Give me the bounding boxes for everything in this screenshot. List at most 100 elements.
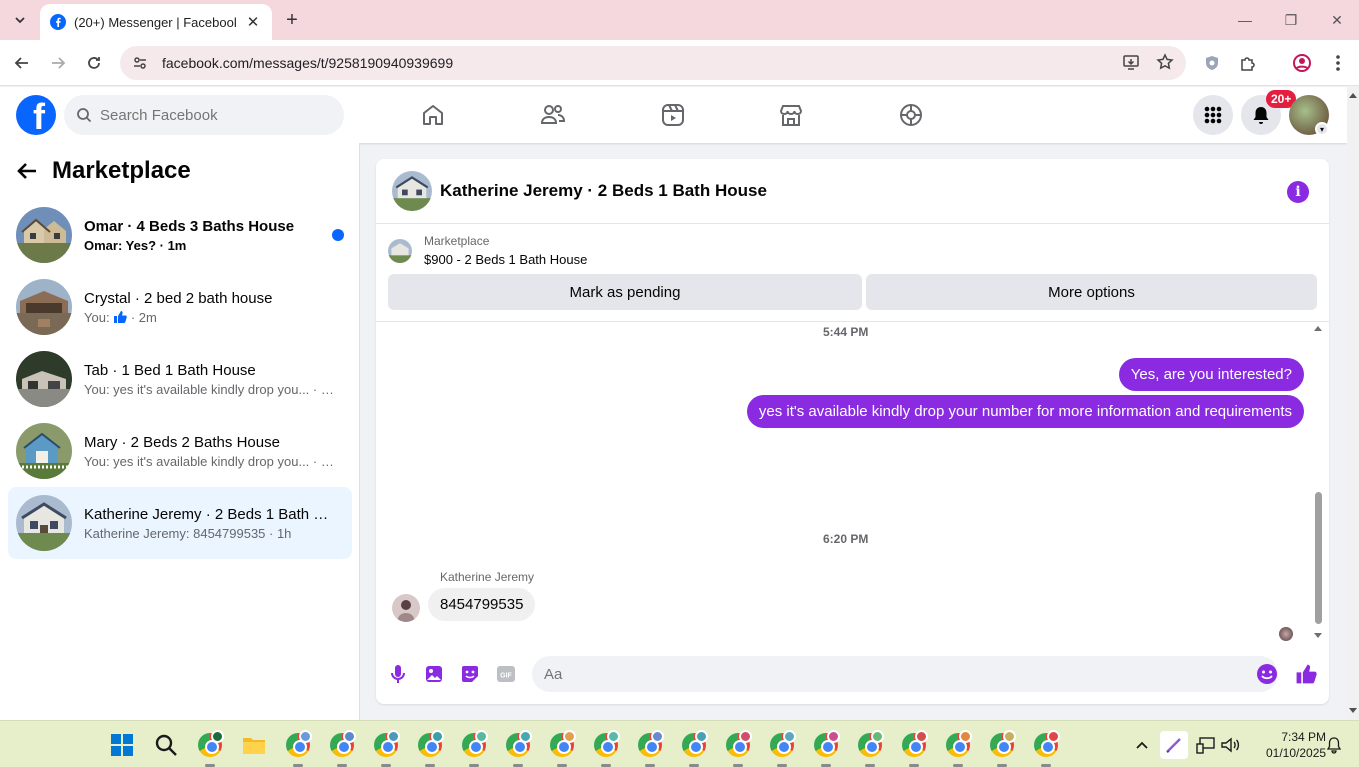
back-button[interactable] <box>8 49 36 77</box>
chrome-icon <box>330 730 356 757</box>
chat-listing-avatar[interactable] <box>392 171 432 211</box>
tray-pen-app[interactable] <box>1160 731 1188 759</box>
voice-clip-icon[interactable] <box>386 662 410 686</box>
message-input[interactable] <box>544 665 1238 683</box>
taskbar-chrome-profile[interactable] <box>548 730 576 767</box>
emoji-icon[interactable] <box>1255 662 1279 686</box>
like-send-button[interactable] <box>1294 662 1318 686</box>
conversation-preview: You: yes it's available kindly drop you.… <box>84 453 334 469</box>
taskbar-chrome-profile[interactable] <box>416 730 444 767</box>
chrome-icon <box>1034 730 1060 757</box>
forward-button[interactable] <box>44 49 72 77</box>
sticker-icon[interactable] <box>458 662 482 686</box>
taskbar-chrome-profile[interactable] <box>944 730 972 767</box>
browser-tab-active[interactable]: (20+) Messenger | Facebook ✕ <box>40 4 272 40</box>
tab-close-icon[interactable]: ✕ <box>244 13 262 31</box>
conversation-item-active[interactable]: Katherine Jeremy · 2 Beds 1 Bath H... Ka… <box>8 487 352 559</box>
outgoing-message[interactable]: Yes, are you interested? <box>1118 358 1304 391</box>
extensions-button[interactable] <box>1236 51 1260 75</box>
taskbar-chrome-profile[interactable] <box>592 730 620 767</box>
taskbar-chrome-profile[interactable] <box>372 730 400 767</box>
maximize-button[interactable]: ❐ <box>1278 8 1304 32</box>
page-scroll-down-icon[interactable] <box>1347 707 1359 715</box>
nav-home[interactable] <box>417 99 449 131</box>
taskbar-chrome-profile[interactable] <box>1032 730 1060 767</box>
nav-gaming[interactable] <box>895 99 927 131</box>
facebook-search[interactable] <box>64 95 344 135</box>
taskbar-chrome-profile[interactable] <box>328 730 356 767</box>
show-hidden-icons-button[interactable] <box>1128 731 1156 759</box>
tab-search-button[interactable] <box>6 6 34 34</box>
clock-time: 7:34 PM <box>1281 730 1327 744</box>
volume-icon[interactable] <box>1216 731 1244 759</box>
chrome-icon <box>462 730 488 757</box>
sender-avatar[interactable] <box>392 594 420 622</box>
more-options-button[interactable]: More options <box>866 274 1317 310</box>
taskbar-chrome-profile[interactable] <box>680 730 708 767</box>
message-scrollbar[interactable] <box>1313 322 1323 647</box>
gif-icon[interactable]: GIF <box>494 662 518 686</box>
taskbar-chrome-profile[interactable] <box>636 730 664 767</box>
taskbar-chrome-profile[interactable] <box>284 730 312 767</box>
bookmark-star-icon[interactable] <box>1156 53 1174 71</box>
notification-center-icon[interactable] <box>1320 731 1348 759</box>
photo-icon[interactable] <box>422 662 446 686</box>
taskbar-chrome-profile[interactable] <box>768 730 796 767</box>
windows-taskbar: 7:34 PM 01/10/2025 <box>0 720 1359 767</box>
incoming-message[interactable]: 8454799535 <box>428 588 536 621</box>
search-input[interactable] <box>100 106 320 124</box>
site-info-icon[interactable] <box>132 55 148 71</box>
message-timestamp: 5:44 PM <box>823 325 869 339</box>
reload-icon <box>88 57 100 69</box>
taskbar-chrome-profile[interactable] <box>812 730 840 767</box>
taskbar-chrome-profile[interactable] <box>504 730 532 767</box>
extension-shield-button[interactable] <box>1200 51 1224 75</box>
system-clock[interactable]: 7:34 PM 01/10/2025 <box>1266 729 1326 761</box>
taskbar-chrome-profile[interactable] <box>724 730 752 767</box>
new-tab-button[interactable]: + <box>280 8 304 32</box>
chat-title[interactable]: Katherine Jeremy · 2 Beds 1 Bath House <box>440 181 767 201</box>
taskbar-chrome-profile[interactable] <box>988 730 1016 767</box>
nav-video[interactable] <box>657 99 689 131</box>
start-button[interactable] <box>108 731 136 759</box>
message-input-box[interactable] <box>532 656 1278 692</box>
menu-button[interactable] <box>1193 95 1233 135</box>
taskbar-chrome-profile[interactable] <box>196 730 224 767</box>
listing-summary[interactable]: Marketplace $900 - 2 Beds 1 Bath House <box>388 234 587 267</box>
back-arrow-icon[interactable] <box>16 160 38 182</box>
taskbar-chrome-profile[interactable] <box>460 730 488 767</box>
reload-button[interactable] <box>80 49 108 77</box>
nav-friends[interactable] <box>537 99 569 131</box>
taskbar-chrome-profile[interactable] <box>856 730 884 767</box>
account-chevron-icon[interactable]: ▾ <box>1315 122 1329 136</box>
mark-as-pending-button[interactable]: Mark as pending <box>388 274 862 310</box>
conversation-item[interactable]: Mary · 2 Beds 2 Baths House You: yes it'… <box>8 415 352 487</box>
listing-thumbnail <box>16 279 72 335</box>
page-scroll-up-icon[interactable] <box>1347 91 1359 99</box>
scroll-up-icon[interactable] <box>1313 324 1323 332</box>
scroll-down-icon[interactable] <box>1313 632 1323 640</box>
chrome-icon <box>990 730 1016 757</box>
outgoing-message[interactable]: yes it's available kindly drop your numb… <box>746 395 1304 428</box>
conversation-name: Tab · 1 Bed 1 Bath House <box>84 361 256 379</box>
minimize-button[interactable]: — <box>1232 8 1258 32</box>
conversation-item[interactable]: Crystal · 2 bed 2 bath house You: · 2m <box>8 271 352 343</box>
address-bar[interactable]: facebook.com/messages/t/9258190940939699 <box>120 46 1186 80</box>
conversation-item[interactable]: Omar · 4 Beds 3 Baths House Omar: Yes? ·… <box>8 199 352 271</box>
taskbar-chrome-profile[interactable] <box>900 730 928 767</box>
close-window-button[interactable]: ✕ <box>1324 8 1350 32</box>
browser-menu-button[interactable] <box>1326 51 1350 75</box>
info-icon[interactable]: i <box>1287 181 1309 203</box>
conversation-item[interactable]: Tab · 1 Bed 1 Bath House You: yes it's a… <box>8 343 352 415</box>
taskbar-file-explorer[interactable] <box>240 731 268 759</box>
chrome-icon <box>946 730 972 757</box>
install-app-icon[interactable] <box>1122 53 1140 71</box>
grid-menu-icon <box>1204 106 1222 124</box>
nav-marketplace[interactable] <box>775 99 807 131</box>
taskbar-search-button[interactable] <box>152 731 180 759</box>
scroll-thumb[interactable] <box>1315 492 1322 624</box>
profile-button[interactable] <box>1290 51 1314 75</box>
facebook-logo-icon[interactable]: f <box>16 95 56 135</box>
page-scrollbar[interactable] <box>1347 87 1359 720</box>
message-timestamp: 6:20 PM <box>823 532 869 546</box>
